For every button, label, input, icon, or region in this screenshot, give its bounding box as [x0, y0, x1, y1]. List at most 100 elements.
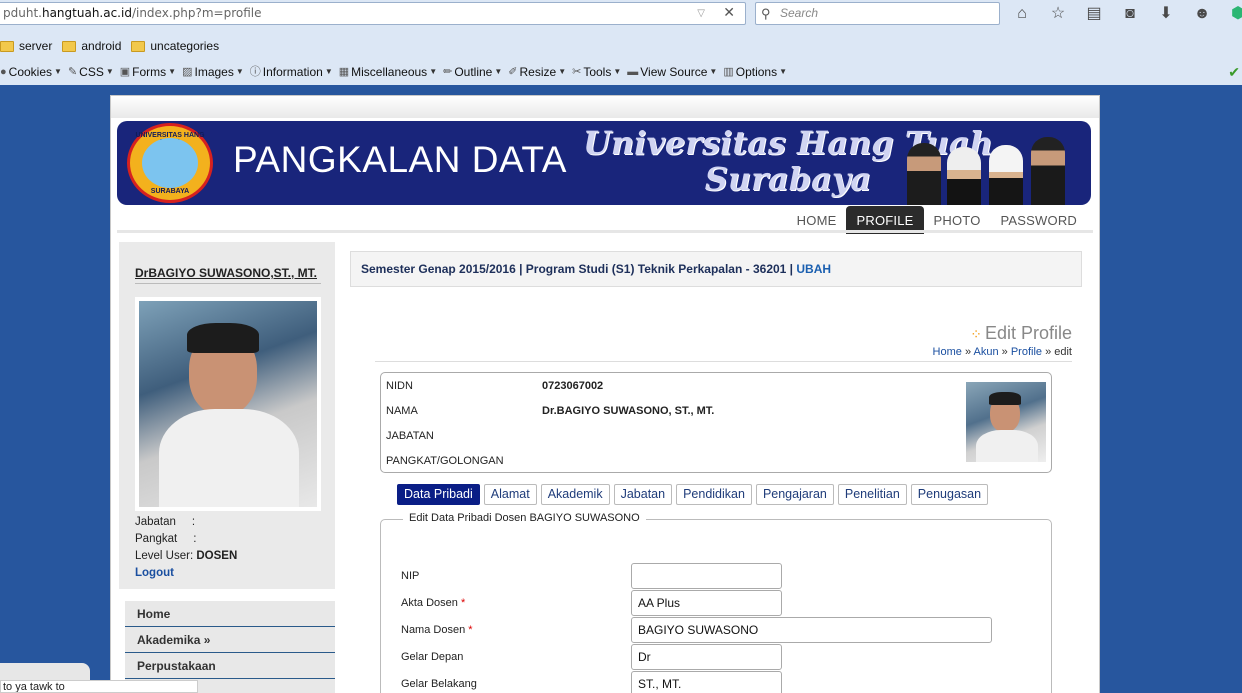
pencil-icon: ✏: [443, 66, 453, 78]
tab-pengajaran[interactable]: Pengajaran: [755, 484, 834, 505]
dev-outline[interactable]: ✏ Outline ▼: [443, 62, 502, 82]
logout-link[interactable]: Logout: [135, 567, 174, 579]
pangkat-value: :: [193, 533, 197, 545]
tab-akademik[interactable]: Akademik: [540, 484, 610, 505]
row-gelar-belakang: Gelar Belakang ST., MT.: [401, 671, 1041, 693]
url-dropdown-icon[interactable]: ▽: [697, 3, 705, 24]
gelar-belakang-field[interactable]: ST., MT.: [631, 671, 782, 693]
folder-icon: [62, 40, 77, 52]
dev-forms[interactable]: ▣ Forms ▼: [120, 62, 176, 82]
chevron-down-icon: ▼: [54, 67, 62, 76]
chevron-down-icon: ▼: [613, 67, 622, 76]
css-icon: ✎: [67, 66, 78, 78]
tab-penelitian[interactable]: Penelitian: [837, 484, 907, 505]
row-nip: NIP: [401, 563, 1041, 589]
pocket-icon[interactable]: ◙: [1116, 2, 1144, 25]
dev-cookies[interactable]: ● Cookies ▼: [0, 62, 62, 82]
web-developer-toolbar: ● Cookies ▼ ✎ CSS ▼ ▣ Forms ▼ ▨ Images ▼ ⓘ Inform…: [0, 62, 787, 82]
cookie-icon: ●: [0, 66, 7, 78]
tab-jabatan[interactable]: Jabatan: [613, 484, 673, 505]
dev-options[interactable]: ▥ Options ▼: [723, 62, 787, 82]
url-bar[interactable]: pduht.hangtuah.ac.id/index.php?m=profile…: [0, 2, 746, 25]
gelar-depan-label: Gelar Depan: [401, 651, 464, 663]
folder-icon: [0, 40, 14, 52]
misc-icon: ▦: [338, 66, 350, 78]
dev-resize[interactable]: ✐ Resize ▼: [508, 62, 566, 82]
tab-data-pribadi[interactable]: Data Pribadi: [397, 484, 480, 505]
chevron-down-icon: ▼: [558, 67, 567, 76]
jabatan-label: Jabatan: [135, 516, 176, 528]
nama-field[interactable]: BAGIYO SUWASONO: [631, 617, 992, 643]
menu-home[interactable]: Home: [125, 601, 335, 627]
chevron-down-icon: ▼: [168, 67, 177, 76]
page-title: ⁘ Edit Profile: [970, 323, 1072, 343]
semester-text: Semester Genap 2015/2016 | Program Studi…: [361, 262, 794, 276]
main-content: Semester Genap 2015/2016 | Program Studi…: [345, 248, 1087, 693]
row-nama: Nama Dosen * BAGIYO SUWASONO: [401, 617, 1041, 643]
options-icon: ▥: [723, 66, 734, 78]
tab-penugasan[interactable]: Penugasan: [910, 484, 989, 505]
menu-perpustakaan[interactable]: Perpustakaan: [125, 653, 335, 679]
browser-chrome: pduht.hangtuah.ac.id/index.php?m=profile…: [0, 0, 1242, 85]
search-placeholder: Search: [780, 6, 819, 20]
crumb-profile[interactable]: Profile: [1011, 346, 1042, 358]
reading-list-icon[interactable]: ▤: [1080, 2, 1108, 25]
tools-icon: ✂: [572, 66, 582, 78]
chevron-down-icon: ▼: [779, 67, 788, 76]
level-label: Level User:: [135, 550, 194, 562]
avatar: [139, 301, 317, 507]
dev-css[interactable]: ✎ CSS ▼: [68, 62, 114, 82]
dev-tools[interactable]: ✂ Tools ▼: [572, 62, 621, 82]
university-logo: UNIVERSITAS HANG TUAH SURABAYA: [127, 123, 213, 203]
user-info: Jabatan : Pangkat : Level User: DOSEN Lo…: [135, 514, 237, 582]
home-icon[interactable]: ⌂: [1008, 2, 1036, 25]
toolbar-icons: ⌂ ☆ ▤ ◙ ⬇ ☻ ⬢: [1008, 2, 1242, 25]
close-icon[interactable]: ✕: [723, 3, 735, 24]
tab-pendidikan[interactable]: Pendidikan: [676, 484, 752, 505]
url-host: hangtuah.ac.id: [41, 6, 132, 20]
bookmark-uncategories[interactable]: uncategories: [131, 36, 219, 56]
search-icon: ⚲: [761, 6, 771, 21]
crumb-akun[interactable]: Akun: [974, 346, 999, 358]
dots-icon: ⁘: [970, 326, 982, 342]
page-top-strip: [111, 96, 1099, 118]
dev-miscellaneous[interactable]: ▦ Miscellaneous ▼: [339, 62, 437, 82]
chat-icon[interactable]: ☻: [1188, 2, 1216, 25]
banner-title: PANGKALAN DATA: [233, 139, 567, 180]
chevron-down-icon: ▼: [709, 67, 718, 76]
pangkat-label: Pangkat: [135, 533, 178, 545]
url-path: /index.php?m=profile: [131, 6, 262, 20]
chevron-down-icon: ▼: [494, 67, 503, 76]
dev-view-source[interactable]: ▬ View Source ▼: [627, 62, 717, 82]
sidebar: DrBAGIYO SUWASONO,ST., MT. Jabatan : Pan…: [119, 242, 335, 589]
identity-card: NIDN 0723067002 NAMA Dr.BAGIYO SUWASONO, S…: [380, 372, 1052, 473]
bookmark-server[interactable]: server: [0, 36, 52, 56]
dev-images[interactable]: ▨ Images ▼: [182, 62, 244, 82]
chevron-down-icon: ▼: [324, 67, 333, 76]
akta-field[interactable]: AA Plus: [631, 590, 782, 616]
nav-divider: [117, 230, 1093, 233]
chevron-down-icon: ▼: [235, 67, 244, 76]
crumb-home[interactable]: Home: [933, 346, 962, 358]
level-value: DOSEN: [196, 550, 238, 562]
ubah-link[interactable]: UBAH: [796, 262, 831, 276]
search-input[interactable]: ⚲ Search: [755, 2, 1000, 25]
row-akta: Akta Dosen * AA Plus: [401, 590, 1041, 616]
jabatan-value: :: [191, 516, 196, 528]
download-icon[interactable]: ⬇: [1152, 2, 1180, 25]
folder-icon: [131, 40, 146, 52]
extension-icon[interactable]: ⬢: [1224, 2, 1242, 25]
nip-field[interactable]: [631, 563, 782, 589]
breadcrumb: Home » Akun » Profile » edit: [932, 346, 1072, 358]
gelar-belakang-label: Gelar Belakang: [401, 678, 477, 690]
menu-akademika[interactable]: Akademika »: [125, 627, 335, 653]
tab-alamat[interactable]: Alamat: [483, 484, 537, 505]
edit-form: Edit Data Pribadi Dosen BAGIYO SUWASONO …: [380, 512, 1052, 693]
bookmark-android[interactable]: android: [62, 36, 121, 56]
chat-widget-bar[interactable]: to ya tawk to: [0, 680, 198, 693]
dev-information[interactable]: ⓘ Information ▼: [250, 62, 333, 82]
info-icon: ⓘ: [249, 66, 261, 78]
gelar-depan-field[interactable]: Dr: [631, 644, 782, 670]
forms-icon: ▣: [119, 66, 131, 78]
bookmark-star-icon[interactable]: ☆: [1044, 2, 1072, 25]
